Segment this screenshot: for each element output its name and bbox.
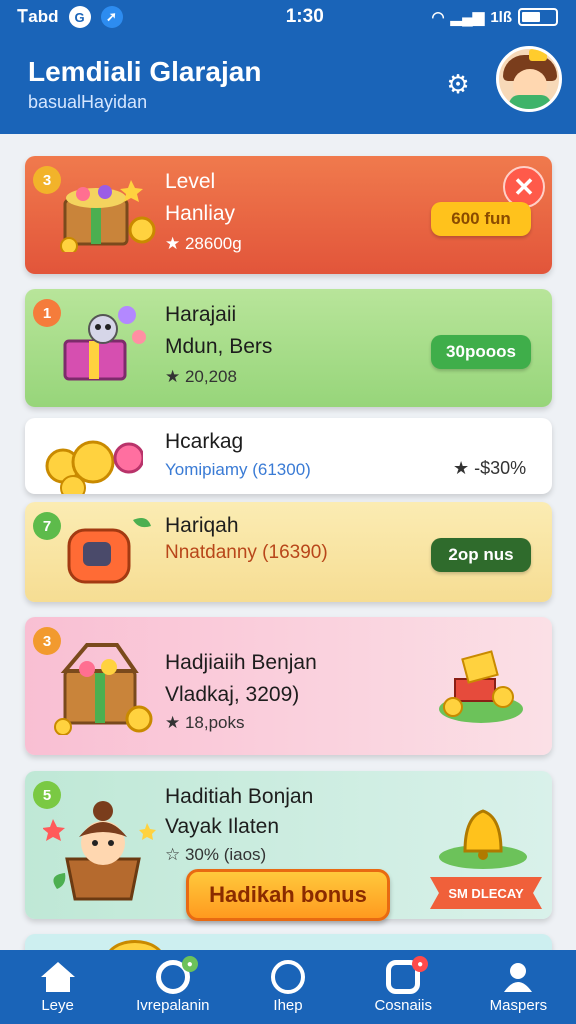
bottom-nav: Leye ● Ivrepalanin Ihep ● Cosnaiis Maspe… (0, 950, 576, 1024)
card-subtitle: Vayak Ilaten (165, 815, 280, 838)
battery-icon (518, 8, 558, 26)
status-bar: Ꭲabd G ➚ 1:30 ◠ ▂▄▆ 1lß (0, 0, 576, 34)
card-title: Harajaii (165, 303, 237, 326)
nav-item-4[interactable]: ● Cosnaiis (346, 950, 461, 1024)
status-time: 1:30 (285, 6, 324, 27)
gift-box-icon (63, 306, 146, 381)
status-left-text: Ꭲabd (18, 7, 59, 26)
card-title: Hcarkag (165, 430, 244, 453)
nav-label: Ivrepalanin (136, 997, 210, 1014)
claim-button[interactable]: 600 fun (431, 202, 531, 236)
card-title: Haditiah Bonjan (165, 785, 314, 808)
card-subtitle: Nnatdanny (16390) (165, 542, 328, 563)
reward-card-1[interactable]: 3 Level Hanliay ★ 28600g ✕ 600 fun (25, 156, 552, 274)
promo-ribbon: SM DLECAY (430, 877, 542, 909)
shield-icon (269, 958, 307, 996)
home-icon (39, 958, 77, 996)
treasure-basket-icon (54, 643, 153, 735)
card-title: Level (165, 170, 216, 193)
card-title: Hadjiaiih Benjan (165, 651, 317, 674)
status-right-text: 1lß (490, 8, 512, 26)
claim-button[interactable]: 30pooos (431, 335, 531, 369)
claim-button[interactable]: 2op nus (431, 538, 531, 572)
user-icon (499, 958, 537, 996)
card-subtitle: Yomipiamy (61300) (165, 460, 311, 479)
card-subtitle: Mdun, Bers (165, 335, 273, 358)
gift-basket-icon (60, 180, 156, 252)
nav-item-home[interactable]: Leye (0, 950, 115, 1024)
bell-icon (439, 809, 527, 869)
coins-icon (45, 440, 143, 494)
crown-icon (529, 49, 547, 61)
app-header: Lemdiali Glarajan basualHayidan ⚙ (0, 34, 576, 134)
settings-icon[interactable]: ⚙ (440, 66, 476, 102)
gold-bars-icon (439, 650, 523, 723)
bonus-button[interactable]: Hadikah bonus (186, 869, 390, 921)
card-points: ★ 28600g (165, 234, 242, 253)
card-subtitle: Hanliay (165, 202, 236, 225)
reward-card-2[interactable]: 1 Harajaii Mdun, Bers ★ 20,208 30pooos (25, 289, 552, 407)
reward-card-4[interactable]: 7 Hariqah Nnatdanny (16390) 2op nus (25, 502, 552, 602)
nav-item-2[interactable]: ● Ivrepalanin (115, 950, 230, 1024)
card-points: ☆ 30% (iaos) (165, 845, 267, 864)
chat-icon: ● (384, 956, 429, 996)
nav-item-3[interactable]: Ihep (230, 950, 345, 1024)
card-value: ★ -$30% (453, 458, 527, 478)
card-subtitle: Vladkaj, 3209) (165, 683, 300, 706)
page-title: Lemdiali Glarajan (28, 56, 262, 87)
card-points: ★ 20,208 (165, 367, 237, 386)
card-points: ★ 18,poks (165, 713, 245, 732)
nav-label: Maspers (489, 997, 548, 1014)
nav-label: Cosnaiis (374, 997, 432, 1014)
nav-item-5[interactable]: Maspers (461, 950, 576, 1024)
nav-label: Ihep (273, 997, 303, 1014)
nav-label: Leye (41, 997, 74, 1014)
avatar[interactable] (496, 46, 562, 112)
page-subtitle: basualHayidan (28, 92, 148, 112)
reward-card-3[interactable]: Hcarkag Yomipiamy (61300) ★ -$30% (25, 418, 552, 494)
compass-icon: ➚ (100, 6, 123, 28)
target-icon: ● (154, 956, 198, 996)
reward-card-5[interactable]: 3 Hadjiaiih Benjan Vladkaj, 3209) ★ 18,p… (25, 617, 552, 755)
google-icon: G (68, 6, 91, 28)
signal-icon: ▂▄▆ (450, 9, 485, 26)
wifi-icon: ◠ (431, 9, 445, 26)
card-title: Hariqah (165, 514, 239, 537)
backpack-icon (67, 518, 151, 584)
character-pot-icon (43, 801, 156, 901)
